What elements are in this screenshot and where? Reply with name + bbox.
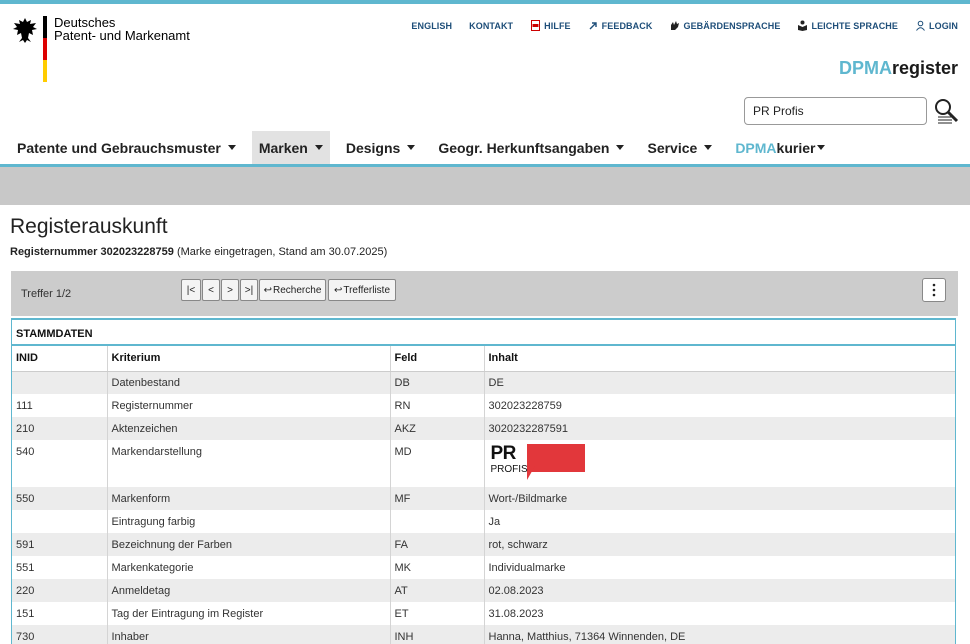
org-name: Deutsches Patent- und Markenamt	[54, 15, 190, 43]
table-row: 210 Aktenzeichen AKZ 3020232287591	[12, 417, 955, 440]
col-header-inhalt: Inhalt	[483, 346, 955, 372]
speech-bubble-shape	[526, 444, 585, 472]
table-row: 111 Registernummer RN 302023228759	[12, 394, 955, 417]
trademark-image[interactable]: PR PROFIS	[489, 444, 585, 480]
service-nav: ENGLISH KONTAKT HILFE FEEDBACK GEBÄRDENS…	[411, 20, 958, 31]
caret-down-icon	[704, 145, 713, 150]
nav-marken[interactable]: Marken	[251, 131, 330, 164]
caret-down-icon	[407, 145, 416, 150]
last-button[interactable]: >|	[240, 279, 258, 301]
nav-herkunftsangaben[interactable]: Geogr. Herkunftsangaben	[431, 131, 631, 164]
user-icon	[916, 20, 925, 31]
dpma-logo[interactable]: Deutsches Patent- und Markenamt	[12, 14, 212, 84]
trefferliste-button[interactable]: ↩ Trefferliste	[328, 279, 396, 301]
federal-eagle-icon	[13, 18, 37, 43]
table-row: 220 Anmeldetag AT 02.08.2023	[12, 579, 955, 602]
dpmaregister-brand[interactable]: DPMAregister	[839, 58, 958, 79]
search-button[interactable]	[932, 97, 960, 125]
breadcrumb-band	[0, 167, 970, 205]
table-row: 551 Markenkategorie MK Individualmarke	[12, 556, 955, 579]
stammdaten-panel: STAMMDATEN INID Kriterium Feld Inhalt Da…	[11, 318, 956, 644]
caret-down-icon	[314, 145, 323, 150]
first-button[interactable]: |<	[181, 279, 201, 301]
nav-dpmakurier[interactable]: DPMA kurier	[728, 131, 832, 164]
col-header-inid: INID	[12, 346, 107, 372]
caret-down-icon	[227, 145, 236, 150]
table-row: 540 Markendarstellung MD PR PROFIS	[12, 440, 955, 487]
stammdaten-title: STAMMDATEN	[12, 320, 955, 346]
table-row: 550 Markenform MF Wort-/Bildmarke	[12, 487, 955, 510]
caret-down-icon	[616, 145, 625, 150]
pdf-icon	[531, 20, 541, 31]
nav-service[interactable]: Service	[640, 131, 719, 164]
sign-language-icon	[671, 21, 680, 30]
nav-designs[interactable]: Designs	[339, 131, 422, 164]
german-flag-bar	[43, 16, 47, 82]
recherche-button[interactable]: ↩ Recherche	[259, 279, 326, 301]
search-icon	[935, 99, 959, 124]
page-title: Registerauskunft	[10, 215, 168, 238]
register-number-line: Registernummer 302023228759 (Marke einge…	[10, 246, 388, 258]
result-pager: Treffer 1/2 |< < > >| ↩ Recherche ↩ Treffe…	[11, 271, 958, 316]
link-kontakt[interactable]: KONTAKT	[469, 21, 513, 31]
top-accent-line	[0, 0, 970, 4]
main-nav: Patente und Gebrauchsmuster Marken Desig…	[10, 131, 841, 164]
table-row: 591 Bezeichnung der Farben FA rot, schwarz	[12, 533, 955, 556]
link-english[interactable]: ENGLISH	[411, 21, 452, 31]
link-feedback[interactable]: FEEDBACK	[588, 20, 653, 31]
easy-language-icon	[798, 20, 808, 31]
caret-down-icon	[817, 145, 826, 150]
return-arrow-icon: ↩	[263, 284, 273, 296]
col-header-kriterium: Kriterium	[106, 346, 390, 372]
col-header-feld: Feld	[389, 346, 484, 372]
kebab-menu-icon	[932, 283, 936, 297]
table-row: Datenbestand DB DE	[12, 371, 955, 394]
search-input[interactable]	[744, 97, 927, 125]
stammdaten-table: INID Kriterium Feld Inhalt Datenbestand D…	[12, 346, 955, 644]
table-row: Eintragung farbig Ja	[12, 510, 955, 533]
next-button[interactable]: >	[221, 279, 239, 301]
table-row: 151 Tag der Eintragung im Register ET 31.08…	[12, 602, 955, 625]
nav-patente[interactable]: Patente und Gebrauchsmuster	[10, 131, 243, 164]
link-hilfe[interactable]: HILFE	[530, 20, 571, 31]
prev-button[interactable]: <	[202, 279, 220, 301]
table-row: 730 Inhaber INH Hanna, Matthius, 71364 Winn…	[12, 625, 955, 644]
hit-counter: Treffer 1/2	[21, 288, 72, 300]
link-gebaerdensprache[interactable]: GEBÄRDENSPRACHE	[669, 20, 780, 31]
return-arrow-icon: ↩	[333, 284, 343, 296]
link-leichte-sprache[interactable]: LEICHTE SPRACHE	[797, 20, 898, 31]
arrow-up-right-icon	[589, 22, 597, 30]
more-options-button[interactable]	[922, 278, 946, 302]
link-login[interactable]: LOGIN	[915, 20, 958, 31]
